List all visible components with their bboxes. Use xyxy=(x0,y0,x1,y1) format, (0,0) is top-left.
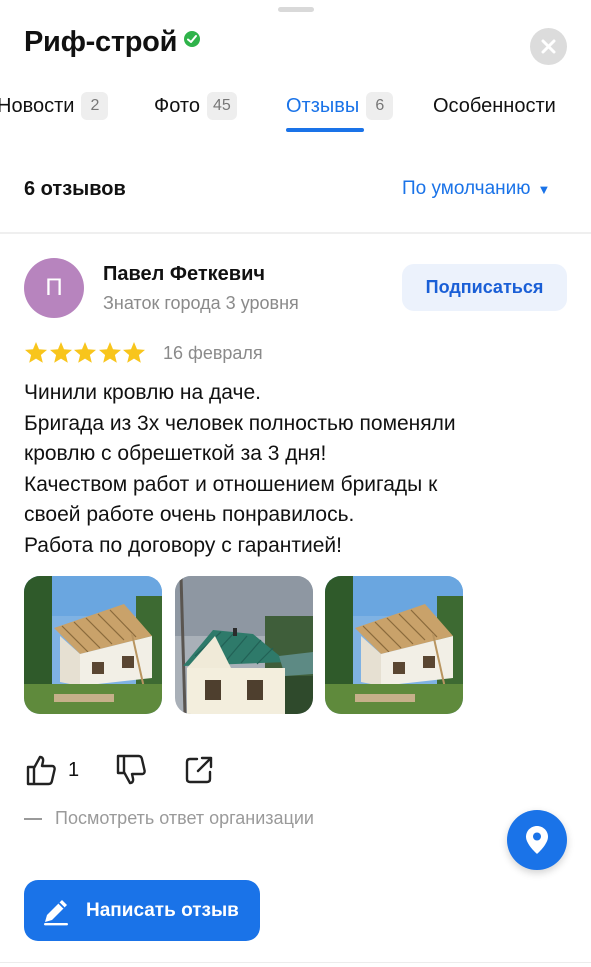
like-button[interactable]: 1 xyxy=(24,753,79,787)
thumbs-up-icon xyxy=(26,755,56,786)
author-level: Знаток города 3 уровня xyxy=(103,293,299,313)
tab-label: Отзывы xyxy=(286,94,360,117)
star-icon xyxy=(49,342,72,363)
org-reply-link[interactable]: Посмотреть ответ организации xyxy=(24,808,314,829)
review-text: Чинили кровлю на даче. Бригада из 3х чел… xyxy=(24,378,569,561)
close-button[interactable] xyxy=(530,28,567,65)
close-icon xyxy=(541,39,556,54)
like-count: 1 xyxy=(68,758,80,781)
write-review-label: Написать отзыв xyxy=(86,899,239,921)
active-tab-indicator xyxy=(286,128,364,132)
tab-features[interactable]: Особенности xyxy=(433,88,556,124)
author-name[interactable]: Павел Феткевич xyxy=(103,263,265,286)
avatar[interactable]: П xyxy=(24,258,84,318)
sheet-grabber[interactable] xyxy=(278,7,314,12)
review-text-line: своей работе очень понравилось. xyxy=(24,503,355,526)
review-photo[interactable] xyxy=(325,576,463,714)
review-text-line: Качеством работ и отношением бригады к xyxy=(24,472,438,496)
sort-dropdown[interactable]: По умолчанию ▼ xyxy=(402,178,550,200)
review-photo[interactable] xyxy=(24,576,162,714)
star-icon xyxy=(123,342,145,363)
star-icon xyxy=(74,342,96,363)
subscribe-button[interactable]: Подписаться xyxy=(402,264,567,311)
review-text-line: Чинили кровлю на даче. xyxy=(24,381,261,404)
reviews-count: 6 отзывов xyxy=(24,178,126,200)
tab-label: Особенности xyxy=(433,94,556,117)
org-reply-label: Посмотреть ответ организации xyxy=(55,808,314,828)
review-date: 16 февраля xyxy=(163,343,263,363)
pencil-icon xyxy=(44,899,68,925)
review-text-line: Бригада из 3х человек полностью поменяли xyxy=(24,411,456,435)
star-icon xyxy=(25,342,47,363)
divider xyxy=(0,232,591,234)
tab-label: Фото xyxy=(154,94,200,117)
caret-down-icon: ▼ xyxy=(537,181,551,197)
tab-reviews[interactable]: Отзывы 6 xyxy=(286,88,394,124)
rating-stars xyxy=(24,341,147,364)
map-button[interactable] xyxy=(507,810,567,870)
page-title: Риф-строй xyxy=(24,26,178,58)
tab-count-badge: 2 xyxy=(81,92,109,120)
star-icon xyxy=(98,342,121,363)
verified-check-icon xyxy=(184,31,200,47)
tab-count-badge: 45 xyxy=(206,92,237,120)
tab-count-badge: 6 xyxy=(366,92,394,120)
share-icon xyxy=(185,756,213,784)
tab-label: Новости xyxy=(0,94,75,117)
share-button[interactable] xyxy=(182,753,216,792)
tab-bar: Новости 2 Фото 45 Отзывы 6 Особенности xyxy=(0,88,591,134)
review-text-line: Работа по договору с гарантией! xyxy=(24,533,342,557)
map-pin-icon xyxy=(526,826,548,854)
dash-icon xyxy=(24,818,42,821)
sort-label: По умолчанию xyxy=(402,178,531,199)
dislike-button[interactable] xyxy=(114,753,148,792)
thumbs-down-icon xyxy=(116,754,146,785)
tab-news[interactable]: Новости 2 xyxy=(0,88,109,124)
write-review-button[interactable]: Написать отзыв xyxy=(24,880,260,941)
divider xyxy=(0,962,591,963)
review-text-line: кровлю с обрешеткой за 3 дня! xyxy=(24,442,327,465)
review-photo[interactable] xyxy=(175,576,313,714)
tab-photo[interactable]: Фото 45 xyxy=(154,88,237,124)
